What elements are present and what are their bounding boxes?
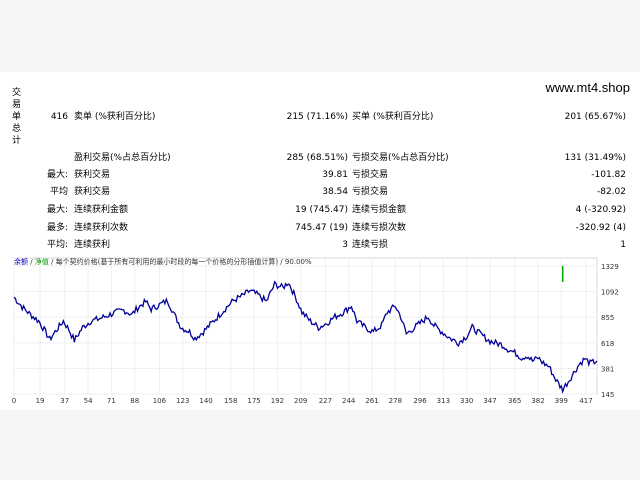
stat-left-value: 3 [342,240,348,250]
x-tick-label: 417 [579,397,592,405]
sell-label: 卖单 (%获利百分比) [74,112,156,122]
x-tick-label: 140 [199,397,212,405]
site-brand[interactable]: www.mt4.shop [545,80,630,95]
x-tick-label: 296 [413,397,427,405]
stat-right-label: 连续亏损次数 [352,223,407,233]
stat-right-value: 131 (31.49%) [564,153,626,163]
plot-frame [13,257,598,395]
y-tick-label: 145 [601,391,614,399]
stat-left-label: 连续获利次数 [74,223,129,233]
legend-description: / 每个契约价格(基于所有可利用的最小时段的每一个价格的分形插值计算) / 90… [48,258,312,266]
x-tick-label: 54 [84,397,93,405]
stat-right-label: 亏损交易 [352,187,389,197]
stat-left-value: 285 (68.51%) [286,153,348,163]
stat-left-label: 获利交易 [74,187,111,197]
x-tick-label: 209 [294,397,307,405]
x-tick-label: 71 [107,397,116,405]
top-band [0,0,640,72]
stat-prefix: 平均 [49,187,68,197]
legend-balance: 余额 [14,258,28,266]
stat-left-label: 连续获利金额 [74,205,129,215]
stat-right-value: -320.92 (4) [575,223,626,233]
x-tick-label: 278 [389,397,402,405]
stat-left-label: 盈利交易(%占总百分比) [74,153,171,163]
chart-legend: 余额 / 净值 / 每个契约价格(基于所有可利用的最小时段的每一个价格的分形插值… [14,258,312,267]
stat-prefix: 最多: [46,223,68,233]
stat-left-value: 19 (745.47) [295,205,348,215]
buy-value: 201 (65.67%) [564,112,626,122]
buy-label: 买单 (%获利百分比) [352,112,434,122]
stat-right-label: 亏损交易 [352,170,389,180]
y-tick-label: 1329 [601,263,619,271]
x-tick-label: 313 [437,397,450,405]
sell-value: 215 (71.16%) [286,112,348,122]
total-trades-value: 416 [50,112,68,122]
stat-right-value: -101.82 [591,170,626,180]
x-tick-label: 19 [36,397,45,405]
chart-svg: 0 19 37 54 71 88 106 123 140 158 175 192 209 227 244 26… [12,257,619,405]
stat-right-value: 1 [620,240,626,250]
stat-left-label: 连续获利 [74,240,111,250]
stat-right-label: 亏损交易(%占总百分比) [352,153,449,163]
x-tick-label: 399 [555,397,568,405]
bottom-band [0,410,640,480]
balance-chart: 0 19 37 54 71 88 106 123 140 158 175 192 209 227 244 26… [0,256,640,406]
stat-prefix: 最大: [46,170,68,180]
stat-right-label: 连续亏损 [352,240,389,250]
y-tick-label: 381 [601,365,614,373]
stat-prefix: 最大: [46,205,68,215]
x-tick-label: 382 [531,397,544,405]
x-tick-label: 0 [12,397,16,405]
stat-left-value: 39.81 [322,170,348,180]
x-tick-label: 261 [365,397,378,405]
stat-left-value: 745.47 (19) [295,223,348,233]
y-tick-label: 855 [601,314,614,322]
x-tick-label: 365 [508,397,521,405]
y-tick-label: 1092 [601,289,619,297]
legend-sep: / [28,258,35,266]
x-tick-label: 88 [130,397,139,405]
stat-right-value: -82.02 [596,187,626,197]
section-label: 交易单总计 [12,88,22,146]
x-tick-label: 106 [153,397,167,405]
x-tick-label: 347 [483,397,496,405]
x-tick-label: 192 [271,397,284,405]
x-tick-label: 175 [247,397,260,405]
stat-left-value: 38.54 [322,187,348,197]
stat-left-label: 获利交易 [74,170,111,180]
stat-right-value: 4 (-320.92) [575,205,626,215]
x-tick-label: 37 [60,397,69,405]
y-tick-label: 618 [601,340,614,348]
x-tick-label: 227 [319,397,332,405]
x-tick-label: 123 [176,397,189,405]
x-tick-label: 330 [460,397,473,405]
x-tick-label: 158 [224,397,237,405]
stat-prefix: 平均: [46,240,68,250]
x-tick-label: 244 [342,397,356,405]
stat-right-label: 连续亏损金额 [352,205,407,215]
legend-equity: 净值 [34,258,49,266]
